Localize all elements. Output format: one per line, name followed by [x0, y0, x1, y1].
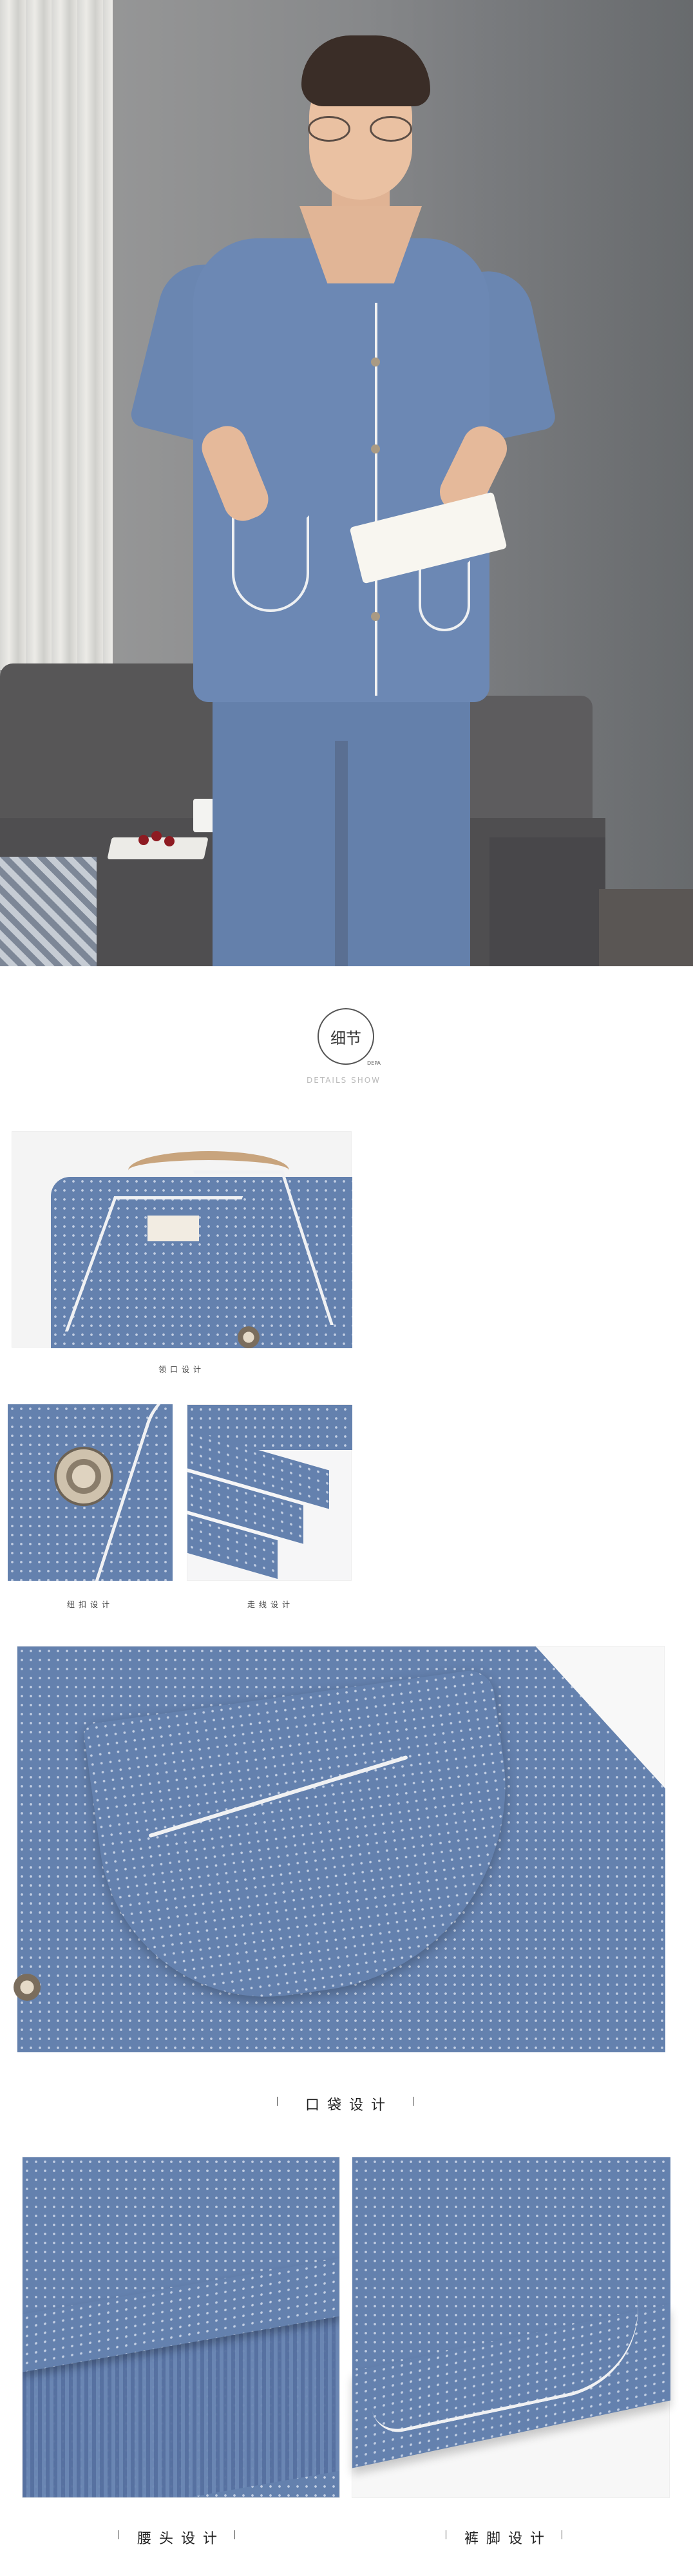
- sofa-side: [489, 837, 605, 966]
- brand-label: [147, 1216, 199, 1241]
- collar-detail-photo: [12, 1131, 352, 1348]
- sofa-arm: [464, 696, 593, 837]
- button-detail-photo: [8, 1404, 173, 1581]
- caption-waist: 腰头设计: [137, 2531, 225, 2547]
- cherry: [151, 831, 162, 841]
- pants-inseam: [335, 741, 348, 966]
- caption-bar: [277, 2097, 278, 2106]
- pocket-button: [14, 1974, 41, 2001]
- plaid-cushion: [0, 857, 97, 966]
- cherry: [164, 836, 175, 846]
- shirt-button: [371, 358, 380, 367]
- floor: [599, 889, 693, 966]
- caption-button: 纽扣设计: [66, 1600, 113, 1609]
- cup: [193, 799, 215, 832]
- button-closeup-icon: [54, 1447, 113, 1506]
- caption-bar: [234, 2530, 235, 2539]
- caption-pocket: 口袋设计: [305, 2097, 393, 2113]
- shirt-button: [371, 444, 380, 453]
- shirt-button: [371, 612, 380, 621]
- pocket-detail-photo: [14, 1646, 665, 2052]
- details-badge-sub: DEPA: [367, 1060, 381, 1066]
- details-subtitle: DETAILS SHOW: [307, 1076, 381, 1085]
- caption-bar: [118, 2530, 119, 2539]
- caption-cuff: 裤脚设计: [464, 2531, 552, 2547]
- shirt-pocket: [232, 515, 309, 612]
- collar-button: [238, 1326, 260, 1348]
- hero-model-photo: [0, 0, 693, 966]
- caption-stitch: 走线设计: [247, 1600, 294, 1609]
- cherry: [138, 835, 149, 845]
- waist-detail-photo: [22, 2157, 340, 2498]
- cuff-detail-photo: [352, 2157, 670, 2498]
- shirt-pocket: [419, 560, 470, 631]
- curtain: [0, 0, 113, 670]
- caption-collar: 领口设计: [158, 1365, 205, 1374]
- stitch-detail-photo: [187, 1404, 352, 1581]
- caption-bar: [413, 2097, 414, 2106]
- details-badge-label: 细节: [330, 1029, 361, 1047]
- glasses-icon: [308, 116, 417, 142]
- details-badge: 细节: [318, 1008, 374, 1065]
- sofa-back: [0, 663, 213, 844]
